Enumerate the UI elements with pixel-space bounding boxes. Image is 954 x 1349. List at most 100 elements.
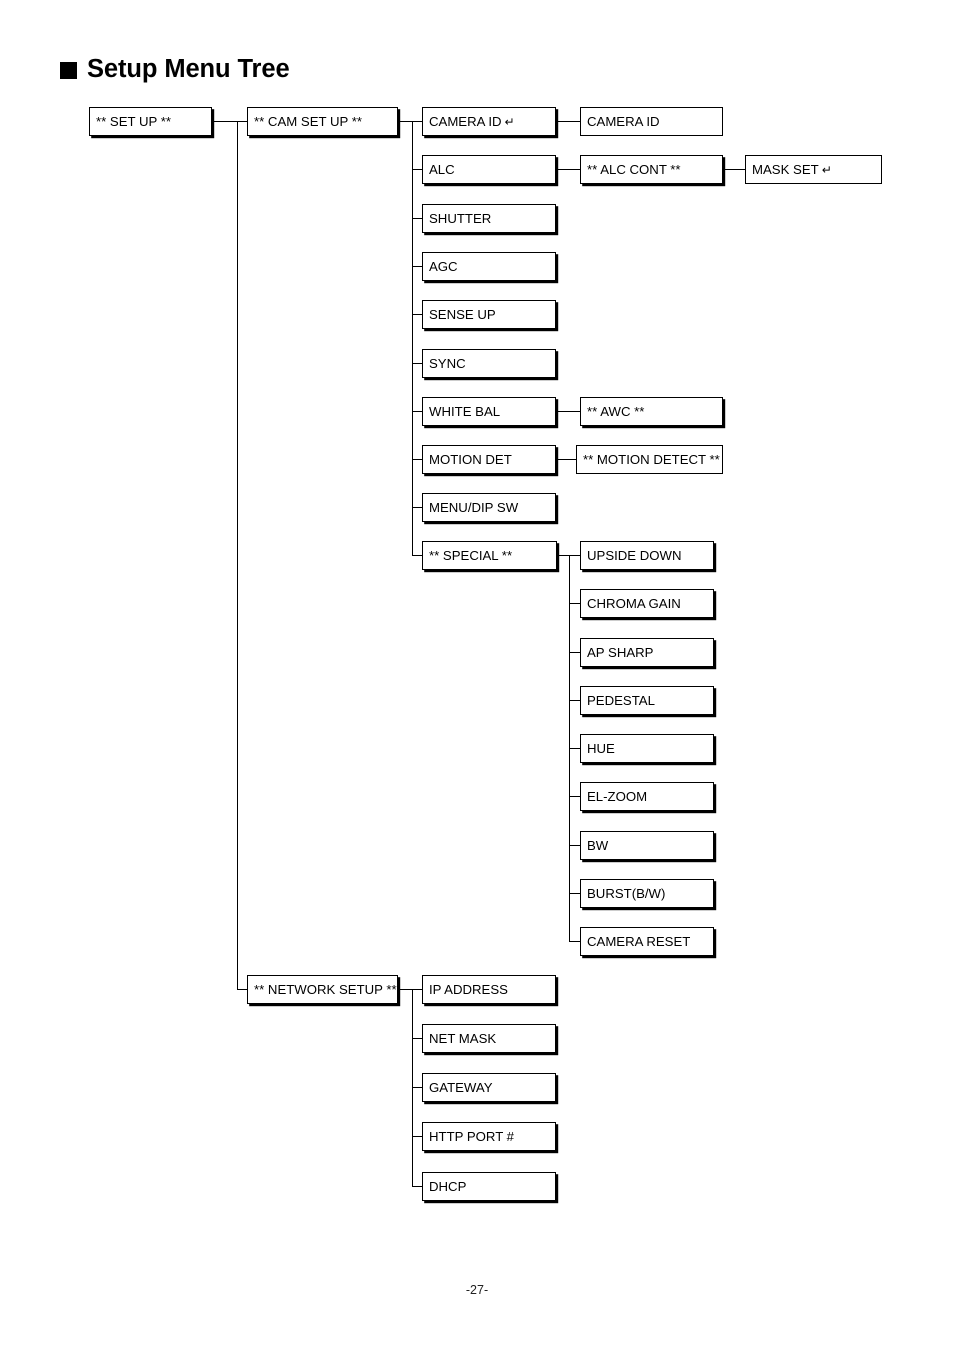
return-arrow-icon: ↵ <box>504 114 515 129</box>
connector-network-child-4 <box>412 1136 422 1137</box>
connector-special-child-9 <box>569 941 580 942</box>
node-label: SENSE UP <box>429 306 496 322</box>
connector-cam-child-3 <box>412 218 422 219</box>
connector-cam-child-4 <box>412 266 422 267</box>
page-title-text: Setup Menu Tree <box>87 55 290 83</box>
node-ip-address[interactable]: IP ADDRESS <box>422 975 556 1004</box>
node-label: WHITE BAL <box>429 403 501 419</box>
node-label: MASK SET <box>752 161 819 177</box>
black-square-bullet-icon <box>60 62 77 80</box>
node-mask-set[interactable]: MASK SET ↵ <box>745 155 882 184</box>
node-label: MOTION DET <box>429 451 512 467</box>
connector-white-bal-out <box>556 411 580 412</box>
connector-cam-child-1 <box>412 121 422 122</box>
setup-menu-tree-page: Setup Menu Tree ** SET UP ** ** CAM SET … <box>0 0 954 1349</box>
node-label: ** SET UP ** <box>96 113 172 129</box>
node-label: GATEWAY <box>429 1079 493 1095</box>
connector-cam-child-5 <box>412 314 422 315</box>
node-hue[interactable]: HUE <box>580 734 714 763</box>
node-special[interactable]: ** SPECIAL ** <box>422 541 557 570</box>
node-label: IP ADDRESS <box>429 981 508 997</box>
node-label: HUE <box>587 740 615 756</box>
connector-level1-trunk <box>237 121 238 989</box>
node-sync[interactable]: SYNC <box>422 349 556 378</box>
connector-network-child-2 <box>412 1038 422 1039</box>
node-net-mask[interactable]: NET MASK <box>422 1024 556 1053</box>
page-number: -27- <box>465 1283 489 1297</box>
connector-alc-cont-out <box>723 169 745 170</box>
connector-special-child-1 <box>569 555 580 556</box>
node-sense-up[interactable]: SENSE UP <box>422 300 556 329</box>
connector-special-child-6 <box>569 796 580 797</box>
node-label: ** ALC CONT ** <box>587 161 681 177</box>
node-label: UPSIDE DOWN <box>587 547 682 563</box>
node-set-up[interactable]: ** SET UP ** <box>89 107 212 136</box>
node-label: SHUTTER <box>429 210 492 226</box>
node-menu-dip-sw[interactable]: MENU/DIP SW <box>422 493 556 522</box>
node-label: AP SHARP <box>587 644 654 660</box>
connector-cam-setup-in <box>237 121 247 122</box>
node-white-bal[interactable]: WHITE BAL <box>422 397 556 426</box>
node-camera-reset[interactable]: CAMERA RESET <box>580 927 714 956</box>
connector-special-child-8 <box>569 893 580 894</box>
node-label: ALC <box>429 161 455 177</box>
connector-special-child-5 <box>569 748 580 749</box>
connector-cam-child-9 <box>412 507 422 508</box>
connector-network-child-5 <box>412 1186 422 1187</box>
node-dhcp[interactable]: DHCP <box>422 1172 556 1201</box>
node-label: ** SPECIAL ** <box>429 547 513 563</box>
connector-motion-det-out <box>556 459 576 460</box>
node-camera-id-leaf[interactable]: CAMERA ID <box>580 107 723 136</box>
node-awc[interactable]: ** AWC ** <box>580 397 723 426</box>
node-cam-set-up[interactable]: ** CAM SET UP ** <box>247 107 398 136</box>
node-camera-id[interactable]: CAMERA ID ↵ <box>422 107 556 136</box>
connector-camera-id-out <box>556 121 580 122</box>
node-label: NET MASK <box>429 1030 497 1046</box>
node-label: EL-ZOOM <box>587 788 648 804</box>
node-agc[interactable]: AGC <box>422 252 556 281</box>
page-title: Setup Menu Tree <box>60 55 290 83</box>
node-http-port[interactable]: HTTP PORT # <box>422 1122 556 1151</box>
node-chroma-gain[interactable]: CHROMA GAIN <box>580 589 714 618</box>
return-arrow-icon: ↵ <box>821 162 832 177</box>
node-el-zoom[interactable]: EL-ZOOM <box>580 782 714 811</box>
node-gateway[interactable]: GATEWAY <box>422 1073 556 1102</box>
node-shutter[interactable]: SHUTTER <box>422 204 556 233</box>
node-label: ** CAM SET UP ** <box>254 113 362 129</box>
node-label: ** MOTION DETECT ** <box>583 451 720 467</box>
connector-cam-child-7 <box>412 411 422 412</box>
node-network-setup[interactable]: ** NETWORK SETUP ** <box>247 975 398 1004</box>
node-label: CAMERA ID <box>429 113 502 129</box>
connector-network-setup-in <box>237 989 247 990</box>
connector-special-child-7 <box>569 845 580 846</box>
node-label: DHCP <box>429 1178 467 1194</box>
node-alc-cont[interactable]: ** ALC CONT ** <box>580 155 723 184</box>
connector-special-out <box>557 555 569 556</box>
connector-cam-child-10 <box>412 555 422 556</box>
connector-network-out <box>398 989 412 990</box>
node-label: CHROMA GAIN <box>587 595 681 611</box>
connector-cam-setup-out <box>398 121 412 122</box>
node-motion-detect[interactable]: ** MOTION DETECT ** <box>576 445 723 474</box>
node-label: HTTP PORT # <box>429 1128 515 1144</box>
node-bw[interactable]: BW <box>580 831 714 860</box>
connector-cam-child-6 <box>412 363 422 364</box>
node-upside-down[interactable]: UPSIDE DOWN <box>580 541 714 570</box>
node-label: BW <box>587 837 609 853</box>
connector-cam-child-2 <box>412 169 422 170</box>
node-motion-det[interactable]: MOTION DET <box>422 445 556 474</box>
node-label: ** AWC ** <box>587 403 645 419</box>
connector-special-child-3 <box>569 652 580 653</box>
connector-alc-out <box>556 169 580 170</box>
node-ap-sharp[interactable]: AP SHARP <box>580 638 714 667</box>
node-alc[interactable]: ALC <box>422 155 556 184</box>
connector-cam-children-trunk <box>412 121 413 555</box>
node-burst-bw[interactable]: BURST(B/W) <box>580 879 714 908</box>
node-label: BURST(B/W) <box>587 885 666 901</box>
connector-special-child-2 <box>569 603 580 604</box>
connector-network-child-1 <box>412 989 422 990</box>
node-label: CAMERA RESET <box>587 933 691 949</box>
node-label: SYNC <box>429 355 466 371</box>
connector-root-out <box>212 121 237 122</box>
node-pedestal[interactable]: PEDESTAL <box>580 686 714 715</box>
